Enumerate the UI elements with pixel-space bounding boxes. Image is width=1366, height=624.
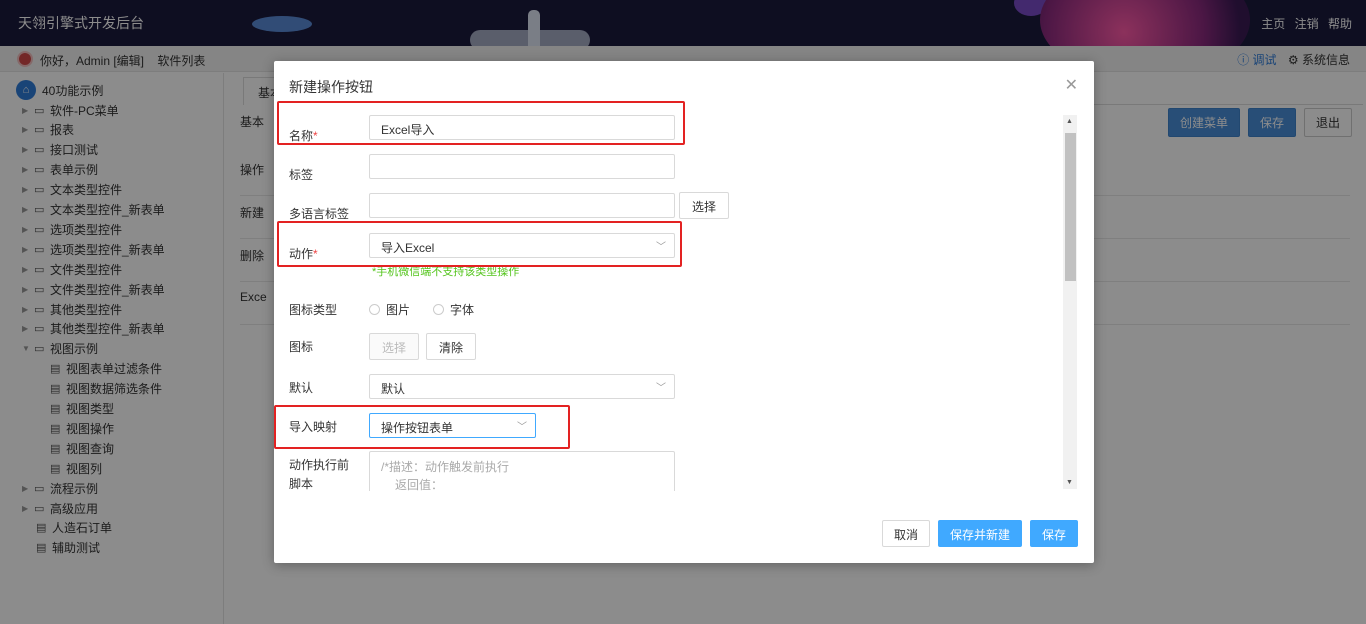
dialog-footer: 取消 保存并新建 保存: [881, 520, 1078, 547]
save-and-new-button[interactable]: 保存并新建: [937, 520, 1022, 547]
radio-font[interactable]: 字体: [433, 301, 474, 318]
cancel-button[interactable]: 取消: [881, 520, 930, 547]
radio-image[interactable]: 图片: [369, 301, 410, 318]
action-hint: *手机微信端不支持该类型操作: [372, 266, 520, 278]
dialog-scrollbar[interactable]: ▲ ▼: [1063, 115, 1077, 489]
import-mapping-value: 操作按钮表单: [381, 421, 454, 435]
dialog-save-button[interactable]: 保存: [1029, 520, 1078, 547]
script-line: 返回值：: [395, 478, 444, 491]
chevron-down-icon: ﹀: [517, 422, 527, 433]
default-label: 默认: [289, 381, 314, 395]
tag-input[interactable]: [369, 154, 675, 179]
pre-script-textarea[interactable]: /*描述：动作触发前执行 返回值：: [369, 451, 675, 491]
scroll-down-icon[interactable]: ▼: [1066, 479, 1073, 486]
chevron-down-icon: ﹀: [656, 383, 666, 394]
radio-font-label: 字体: [450, 303, 475, 317]
import-mapping-label: 导入映射: [289, 420, 338, 434]
action-select[interactable]: 导入Excel ﹀: [369, 233, 675, 258]
close-icon[interactable]: ✕: [1065, 75, 1078, 95]
scroll-up-icon[interactable]: ▲: [1066, 118, 1073, 125]
scrollbar-thumb[interactable]: [1065, 133, 1076, 281]
icon-clear-button[interactable]: 清除: [426, 333, 477, 360]
action-label: 动作*: [289, 247, 318, 261]
default-select[interactable]: 默认 ﹀: [369, 374, 675, 399]
radio-image-label: 图片: [386, 303, 411, 317]
icon-select-button[interactable]: 选择: [369, 333, 420, 360]
script-line: /*描述：动作触发前执行: [381, 460, 510, 474]
default-select-value: 默认: [381, 382, 406, 396]
i18n-select-button[interactable]: 选择: [679, 192, 730, 219]
new-action-button-dialog: 新建操作按钮 ✕ 名称* Excel导入 标签 多语言标签 选择 动作* 导入E…: [274, 61, 1094, 563]
pre-script-label: 动作执行前 脚本: [289, 458, 350, 491]
dialog-body: 名称* Excel导入 标签 多语言标签 选择 动作* 导入Excel ﹀ *手…: [274, 113, 1094, 491]
tag-label: 标签: [289, 168, 314, 182]
action-select-value: 导入Excel: [381, 241, 435, 255]
name-input[interactable]: Excel导入: [369, 115, 675, 140]
icon-type-label: 图标类型: [289, 303, 338, 317]
i18n-tag-label: 多语言标签: [289, 207, 350, 221]
name-label: 名称*: [289, 129, 318, 143]
radio-circle-icon: [369, 304, 380, 315]
radio-circle-icon: [433, 304, 444, 315]
i18n-tag-input[interactable]: [369, 193, 675, 218]
icon-label: 图标: [289, 340, 314, 354]
chevron-down-icon: ﹀: [656, 242, 666, 253]
dialog-title: 新建操作按钮: [289, 79, 373, 95]
import-mapping-select[interactable]: 操作按钮表单 ﹀: [369, 413, 536, 438]
